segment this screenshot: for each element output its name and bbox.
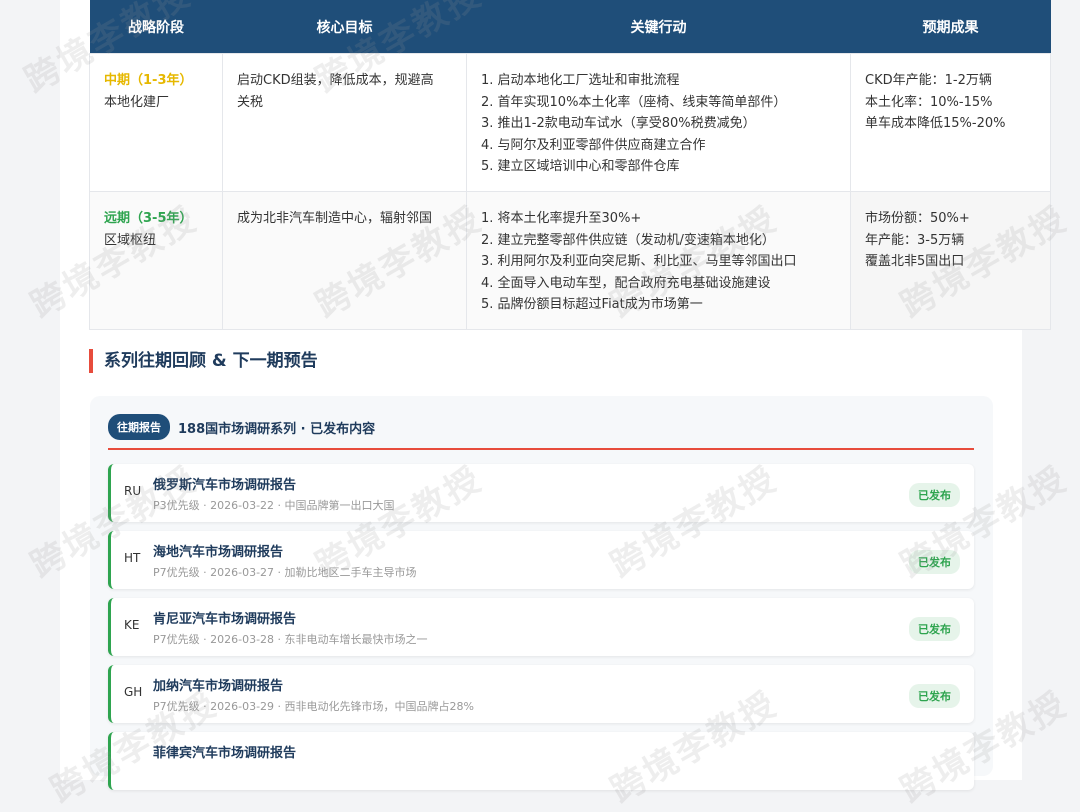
action-item: 4. 与阿尔及利亚零部件供应商建立合作 — [481, 137, 706, 153]
past-reports-badge: 往期报告 — [108, 414, 170, 440]
goal-line: 成为北非汽车制造中心，辐射邻国 — [237, 211, 433, 226]
report-title-link[interactable]: 海地汽车市场调研报告 — [153, 541, 283, 560]
report-item-ht[interactable]: HT 海地汽车市场调研报告 P7优先级 · 2026-03-27 · 加勒比地区… — [108, 531, 974, 589]
report-meta: P7优先级 · 2026-03-29 · 西非电动化先锋市场，中国品牌占28% — [153, 700, 474, 713]
action-item: 2. 首年实现10%本土化率（座椅、线束等简单部件） — [481, 94, 787, 110]
result-item: 覆盖北非5国出口 — [865, 254, 965, 269]
status-badge: 已发布 — [909, 617, 960, 641]
actions-cell: 1. 启动本地化工厂选址和审批流程 2. 首年实现10%本土化率（座椅、线束等简… — [466, 53, 851, 192]
country-code: RU — [124, 484, 142, 498]
action-item: 5. 品牌份额目标超过Fiat成为市场第一 — [481, 297, 703, 312]
country-code: GH — [124, 685, 143, 699]
report-item-ph[interactable]: 菲律宾汽车市场调研报告 — [108, 732, 974, 790]
section-heading: 系列往期回顾 & 下一期预告 — [89, 349, 318, 373]
result-item: 年产能：3-5万辆 — [865, 232, 965, 248]
goal-cell: 启动CKD组装，降低成本，规避高 关税 — [222, 53, 467, 192]
header-actions: 关键行动 — [466, 0, 851, 54]
results-cell: CKD年产能：1-2万辆 本土化率：10%-15% 单车成本降低15%-20% — [850, 53, 1051, 192]
report-meta: P7优先级 · 2026-03-27 · 加勒比地区二手车主导市场 — [153, 566, 417, 579]
table-row: 远期（3-5年） 区域枢纽 成为北非汽车制造中心，辐射邻国 1. 将本土化率提升… — [89, 191, 1051, 330]
report-meta: P7优先级 · 2026-03-28 · 东非电动车增长最快市场之一 — [153, 633, 428, 646]
status-badge: 已发布 — [909, 483, 960, 507]
phase-cell: 中期（1-3年） 本地化建厂 — [89, 53, 223, 192]
report-title-link[interactable]: 加纳汽车市场调研报告 — [153, 675, 283, 694]
phase-tag: 中期（1-3年） — [104, 73, 193, 88]
strategy-table: 战略阶段 核心目标 关键行动 预期成果 中期（1-3年） 本地化建厂 启动CKD… — [89, 0, 1051, 330]
header-results: 预期成果 — [850, 0, 1051, 54]
action-item: 4. 全面导入电动车型，配合政府充电基础设施建设 — [481, 275, 771, 291]
action-item: 1. 启动本地化工厂选址和审批流程 — [481, 73, 680, 88]
status-badge: 已发布 — [909, 550, 960, 574]
action-item: 3. 推出1-2款电动车试水（享受80%税费减免） — [481, 116, 756, 131]
goal-line: 关税 — [237, 94, 264, 110]
report-title-link[interactable]: 菲律宾汽车市场调研报告 — [153, 742, 296, 761]
result-item: 市场份额：50%+ — [865, 211, 970, 226]
results-cell: 市场份额：50%+ 年产能：3-5万辆 覆盖北非5国出口 — [850, 191, 1051, 330]
phase-name: 区域枢纽 — [104, 232, 157, 248]
status-badge: 已发布 — [909, 684, 960, 708]
header-phase: 战略阶段 — [89, 0, 223, 54]
report-meta: P3优先级 · 2026-03-22 · 中国品牌第一出口大国 — [153, 499, 395, 512]
report-item-ru[interactable]: RU 俄罗斯汽车市场调研报告 P3优先级 · 2026-03-22 · 中国品牌… — [108, 464, 974, 522]
panel-divider — [108, 448, 974, 450]
header-goal: 核心目标 — [222, 0, 467, 54]
result-item: CKD年产能：1-2万辆 — [865, 73, 992, 88]
report-title-link[interactable]: 肯尼亚汽车市场调研报告 — [153, 608, 296, 627]
series-panel: 往期报告 188国市场调研系列 · 已发布内容 RU 俄罗斯汽车市场调研报告 P… — [90, 396, 993, 790]
panel-title: 188国市场调研系列 · 已发布内容 — [178, 421, 376, 437]
report-item-gh[interactable]: GH 加纳汽车市场调研报告 P7优先级 · 2026-03-29 · 西非电动化… — [108, 665, 974, 723]
country-code: KE — [124, 618, 140, 632]
table-header-row: 战略阶段 核心目标 关键行动 预期成果 — [89, 0, 1051, 54]
action-item: 2. 建立完整零部件供应链（发动机/变速箱本地化） — [481, 232, 775, 248]
phase-cell: 远期（3-5年） 区域枢纽 — [89, 191, 223, 330]
actions-cell: 1. 将本土化率提升至30%+ 2. 建立完整零部件供应链（发动机/变速箱本地化… — [466, 191, 851, 330]
goal-cell: 成为北非汽车制造中心，辐射邻国 — [222, 191, 467, 330]
panel-header: 往期报告 188国市场调研系列 · 已发布内容 — [108, 414, 375, 440]
country-code: HT — [124, 551, 141, 565]
action-item: 3. 利用阿尔及利亚向突尼斯、利比亚、马里等邻国出口 — [481, 254, 797, 269]
report-title-link[interactable]: 俄罗斯汽车市场调研报告 — [153, 474, 296, 493]
result-item: 本土化率：10%-15% — [865, 94, 993, 110]
table-row: 中期（1-3年） 本地化建厂 启动CKD组装，降低成本，规避高 关税 1. 启动… — [89, 53, 1051, 192]
report-item-ke[interactable]: KE 肯尼亚汽车市场调研报告 P7优先级 · 2026-03-28 · 东非电动… — [108, 598, 974, 656]
phase-tag: 远期（3-5年） — [104, 211, 193, 226]
goal-line: 启动CKD组装，降低成本，规避高 — [237, 73, 434, 88]
result-item: 单车成本降低15%-20% — [865, 116, 1006, 131]
action-item: 5. 建立区域培训中心和零部件仓库 — [481, 159, 680, 174]
phase-name: 本地化建厂 — [104, 94, 170, 110]
action-item: 1. 将本土化率提升至30%+ — [481, 211, 642, 226]
